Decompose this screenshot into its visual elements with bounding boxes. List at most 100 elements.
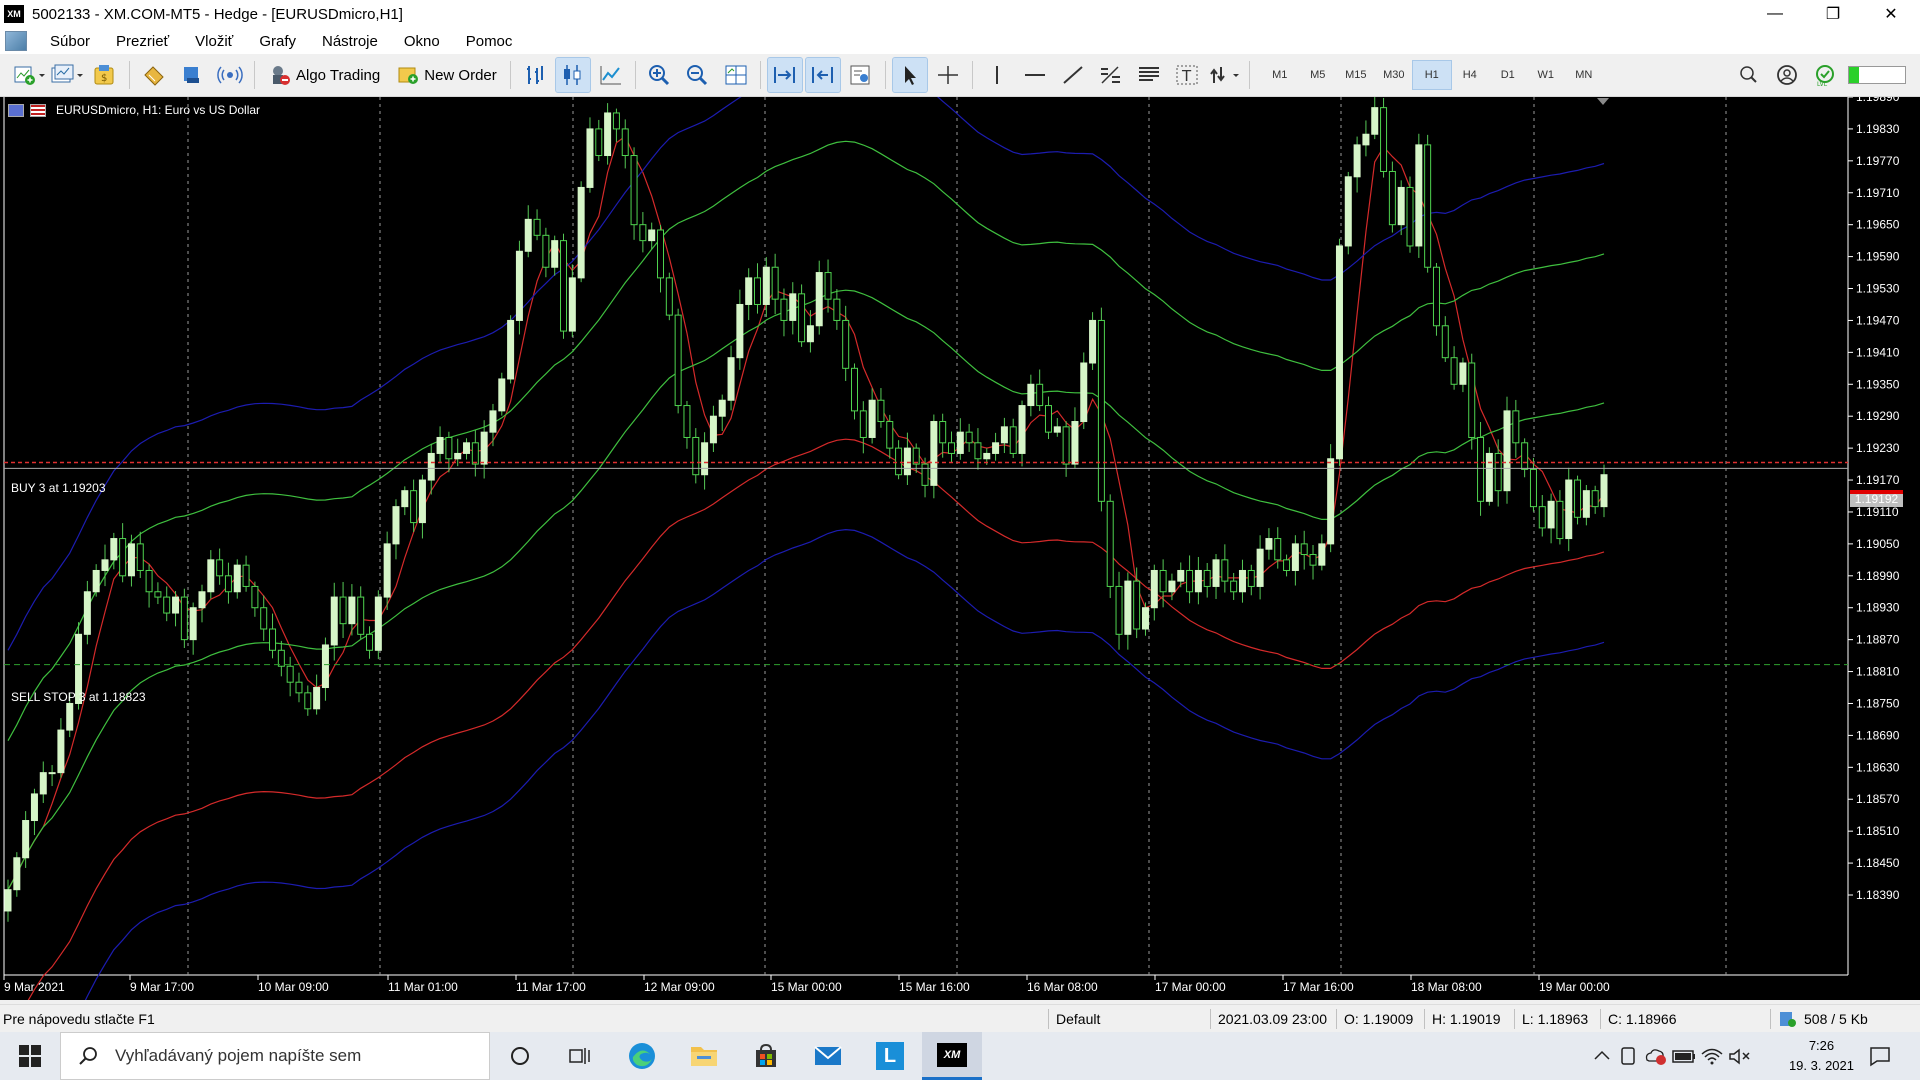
minimize-button[interactable]: —: [1746, 0, 1804, 28]
timeframe-m15[interactable]: M15: [1337, 61, 1375, 89]
arrows-button[interactable]: [1208, 58, 1242, 92]
data-window-button[interactable]: [137, 58, 171, 92]
text-tool-button[interactable]: T: [1170, 58, 1204, 92]
price-tick-label: 1.18390: [1856, 888, 1900, 902]
cloud-alert-icon[interactable]: [1642, 1045, 1670, 1067]
zoom-out-button[interactable]: [681, 58, 715, 92]
chart-shift-button[interactable]: [804, 57, 841, 93]
bull-candle: [321, 644, 329, 689]
battery-icon[interactable]: [1670, 1045, 1698, 1067]
zoom-in-button[interactable]: [643, 58, 677, 92]
phone-link-icon[interactable]: [1614, 1045, 1642, 1067]
bear-candle: [665, 277, 673, 316]
bear-candle: [877, 399, 885, 423]
timeframe-w1[interactable]: W1: [1527, 61, 1565, 89]
vertical-line-button[interactable]: [980, 58, 1014, 92]
bull-candle: [189, 607, 197, 641]
cursor-icon: [904, 66, 916, 85]
taskbar-clock[interactable]: 7:26 19. 3. 2021: [1789, 1036, 1854, 1076]
menu-window[interactable]: Okno: [391, 33, 453, 50]
cortana-button[interactable]: [490, 1032, 550, 1080]
profiles-button[interactable]: [50, 58, 84, 92]
volume-muted-icon[interactable]: [1726, 1045, 1754, 1067]
price-tick-label: 1.19530: [1856, 282, 1900, 296]
vps-button[interactable]: LVL: [1808, 58, 1842, 92]
new-order-button[interactable]: New Order: [390, 58, 503, 92]
maximize-button[interactable]: ❐: [1804, 0, 1862, 28]
timeframe-h1[interactable]: H1: [1411, 60, 1452, 90]
crosshair-tool-button[interactable]: [931, 58, 965, 92]
trendline-button[interactable]: [1056, 58, 1090, 92]
timeframe-h4[interactable]: H4: [1451, 61, 1489, 89]
auto-scroll-button[interactable]: [766, 57, 803, 93]
candlestick-chart-button[interactable]: [554, 57, 591, 93]
mt5-taskbar-button[interactable]: XM: [922, 1032, 982, 1080]
cursor-tool-button[interactable]: [891, 57, 928, 93]
menu-file[interactable]: Súbor: [37, 33, 103, 50]
timeframe-m5[interactable]: M5: [1299, 61, 1337, 89]
menu-charts[interactable]: Grafy: [246, 33, 309, 50]
price-tick-label: 1.19830: [1856, 122, 1900, 136]
text-tool-icon: T: [1176, 65, 1198, 85]
menu-tools[interactable]: Nástroje: [309, 33, 391, 50]
notifications-button[interactable]: [1850, 1032, 1910, 1080]
bull-candle: [1459, 362, 1467, 385]
new-chart-button[interactable]: [12, 58, 46, 92]
timeframe-m1[interactable]: M1: [1261, 61, 1299, 89]
taskbar-search[interactable]: Vyhľadávaný pojem napíšte sem: [60, 1032, 490, 1080]
task-view-icon: [569, 1048, 590, 1064]
bull-candle: [1089, 319, 1097, 364]
signals-button[interactable]: [213, 58, 247, 92]
price-tick-label: 1.18750: [1856, 696, 1900, 710]
market-watch-button[interactable]: $: [88, 58, 122, 92]
show-hidden-icons-chevron-icon[interactable]: [1590, 1045, 1614, 1067]
account-button[interactable]: [1770, 58, 1804, 92]
bear-candle: [260, 607, 268, 630]
timeframe-d1[interactable]: D1: [1489, 61, 1527, 89]
channels-button[interactable]: [1132, 58, 1166, 92]
price-chart[interactable]: 1.19890 1.19830 1.19770 1.19710 1.19650 1.195…: [0, 97, 1920, 1000]
bull-candle: [374, 596, 382, 651]
templates-button[interactable]: [844, 58, 878, 92]
chart-window-icon[interactable]: [5, 31, 27, 51]
mail-button[interactable]: [798, 1032, 858, 1080]
app-l-button[interactable]: L: [860, 1032, 920, 1080]
lower-blue-band-line: [84, 528, 1605, 1000]
bull-candle: [39, 772, 47, 795]
bear-candle: [1441, 325, 1449, 359]
bull-candle: [745, 277, 753, 305]
timeframe-mn[interactable]: MN: [1565, 61, 1603, 89]
fast-moving-average-line: [7, 135, 1605, 890]
wifi-icon[interactable]: [1698, 1045, 1726, 1067]
menu-help[interactable]: Pomoc: [453, 33, 526, 50]
store-button[interactable]: [736, 1032, 796, 1080]
status-traffic: 508 / 5 Kb: [1804, 1011, 1868, 1027]
start-button[interactable]: [0, 1032, 60, 1080]
search-button[interactable]: [1732, 58, 1766, 92]
edge-browser-button[interactable]: [612, 1032, 672, 1080]
menu-view[interactable]: Prezrieť: [103, 33, 182, 50]
bar-chart-button[interactable]: [518, 58, 552, 92]
fibonacci-button[interactable]: [1094, 58, 1128, 92]
bear-candle: [1450, 357, 1458, 385]
timeframe-m30[interactable]: M30: [1375, 61, 1413, 89]
chart-window[interactable]: 1.19890 1.19830 1.19770 1.19710 1.19650 1.195…: [0, 97, 1920, 1000]
horizontal-line-button[interactable]: [1018, 58, 1052, 92]
close-button[interactable]: ✕: [1862, 0, 1920, 28]
buy-order-label[interactable]: BUY 3 at 1.19203: [11, 481, 106, 495]
bull-candle: [436, 436, 444, 454]
status-profile[interactable]: Default: [1056, 1011, 1100, 1027]
chart-shift-marker-icon[interactable]: [1596, 97, 1610, 106]
sell-stop-order-label[interactable]: SELL STOP 3 at 1.18823: [11, 690, 146, 704]
file-explorer-button[interactable]: [674, 1032, 734, 1080]
menu-bar: Súbor Prezrieť Vložiť Grafy Nástroje Okn…: [0, 28, 1920, 77]
tile-windows-button[interactable]: [719, 58, 753, 92]
bull-candle: [383, 543, 391, 598]
navigator-button[interactable]: [175, 58, 209, 92]
profiles-icon: [51, 64, 83, 83]
line-chart-button[interactable]: [594, 58, 628, 92]
algo-trading-button[interactable]: Algo Trading: [262, 58, 386, 92]
task-view-button[interactable]: [550, 1032, 610, 1080]
menu-insert[interactable]: Vložiť: [182, 33, 246, 50]
bear-candle: [1591, 490, 1599, 508]
